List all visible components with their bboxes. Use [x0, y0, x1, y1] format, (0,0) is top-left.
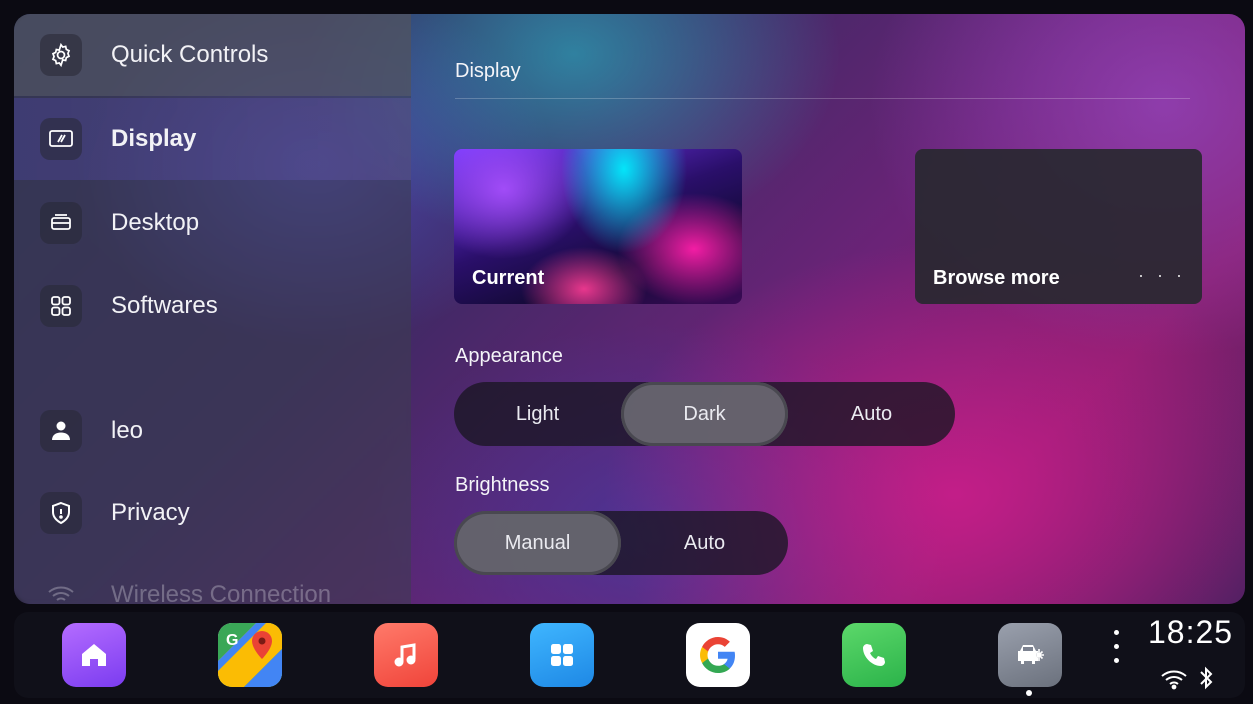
phone-icon[interactable] [842, 623, 906, 687]
appearance-option-auto[interactable]: Auto [788, 382, 955, 446]
page-title: Display [455, 60, 521, 82]
sidebar-item-quick-controls[interactable]: Quick Controls [14, 14, 411, 96]
music-icon[interactable] [374, 623, 438, 687]
more-options-icon[interactable]: · · · [1138, 265, 1186, 286]
sidebar-item-desktop[interactable]: Desktop [14, 182, 411, 264]
grid-icon[interactable] [530, 623, 594, 687]
active-app-indicator [1026, 690, 1032, 696]
clock: 18:25 [1148, 614, 1234, 650]
wallpaper-current-card[interactable]: Current [454, 149, 742, 304]
sidebar-item-privacy[interactable]: Privacy [14, 472, 411, 554]
brightness-option-auto[interactable]: Auto [621, 511, 788, 575]
sidebar-item-label: Display [111, 125, 197, 152]
brightness-segmented-control: Manual Auto [454, 511, 788, 575]
appearance-label: Appearance [455, 345, 563, 367]
svg-text:G: G [226, 632, 238, 649]
browse-more-label: Browse more [933, 267, 1060, 289]
gear-icon [40, 34, 82, 76]
settings-screen: Quick Controls Display Desktop Softwares… [14, 14, 1245, 604]
appearance-option-dark[interactable]: Dark [621, 382, 788, 446]
apps-grid-icon [40, 285, 82, 327]
sidebar-item-label: Softwares [111, 292, 218, 319]
brightness-label: Brightness [455, 474, 550, 496]
sidebar-item-label: Desktop [111, 209, 200, 236]
sidebar-item-label: Privacy [111, 499, 190, 526]
divider [455, 98, 1190, 99]
home-icon[interactable] [62, 623, 126, 687]
wifi-icon [1160, 668, 1188, 695]
user-icon [40, 410, 82, 452]
google-icon[interactable] [686, 623, 750, 687]
sidebar: Quick Controls Display Desktop Softwares… [14, 14, 411, 604]
sidebar-item-label: Quick Controls [111, 41, 269, 68]
sidebar-item-display[interactable]: Display [14, 98, 411, 180]
desktop-icon [40, 202, 82, 244]
bluetooth-icon [1198, 665, 1214, 696]
wifi-icon [40, 574, 82, 604]
shield-icon [40, 492, 82, 534]
sidebar-item-label: Wireless Connection [111, 581, 332, 604]
display-icon [40, 118, 82, 160]
maps-icon[interactable]: G [218, 623, 282, 687]
appearance-option-light[interactable]: Light [454, 382, 621, 446]
brightness-option-manual[interactable]: Manual [454, 511, 621, 575]
appearance-segmented-control: Light Dark Auto [454, 382, 955, 446]
wallpaper-current-label: Current [472, 267, 545, 289]
sidebar-item-label: leo [111, 417, 144, 444]
wallpaper-browse-more-card[interactable]: Browse more · · · [915, 149, 1202, 304]
status-dots-icon [1114, 630, 1122, 672]
car-fan-icon[interactable] [998, 623, 1062, 687]
sidebar-item-softwares[interactable]: Softwares [14, 265, 411, 347]
sidebar-item-wireless[interactable]: Wireless Connection [14, 554, 411, 604]
sidebar-item-user[interactable]: leo [14, 390, 411, 472]
